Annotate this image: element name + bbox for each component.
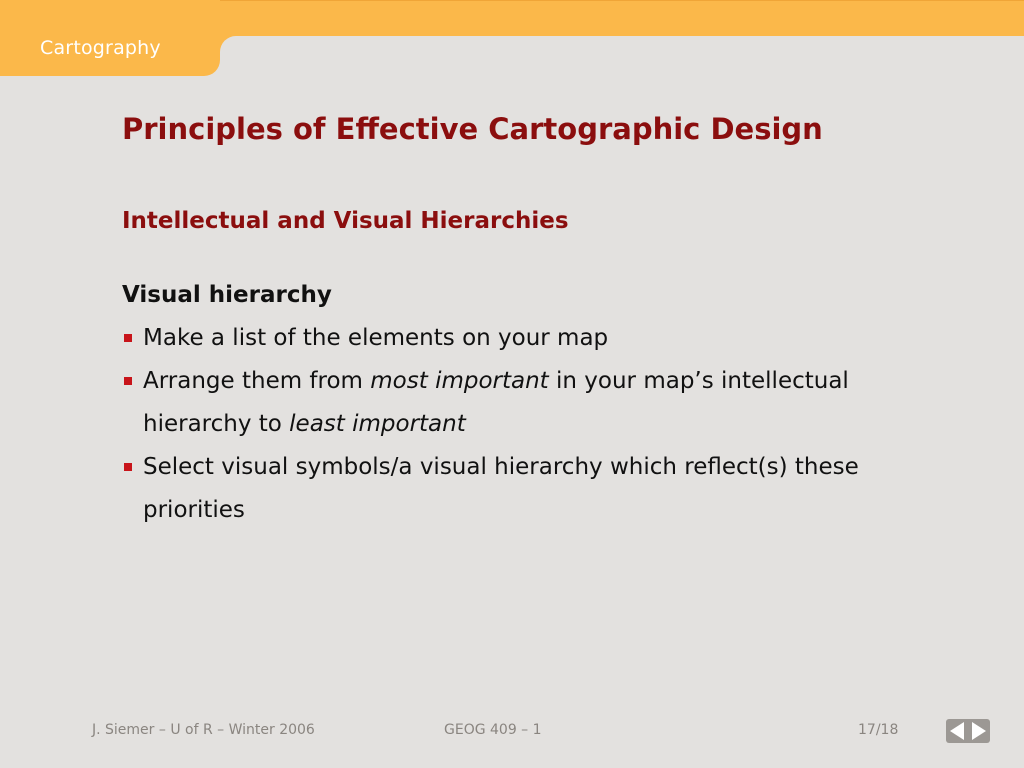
bullet-square-icon: [124, 334, 132, 342]
emphasis-text: most important: [370, 368, 549, 394]
slide-navigation: [946, 719, 990, 743]
bullet-text-part: Arrange them from: [143, 368, 371, 394]
slide-subtitle: Intellectual and Visual Hierarchies: [122, 208, 569, 234]
header-tab-corner: [220, 36, 236, 52]
page-number: 17/18: [858, 722, 899, 738]
bullet-text: Make a list of the elements on your map: [143, 325, 609, 351]
triangle-right-icon[interactable]: [972, 722, 986, 740]
bullet-text: Select visual symbols/a visual hierarchy…: [143, 454, 859, 523]
footer-author: J. Siemer – U of R – Winter 2006: [92, 722, 315, 738]
slide-content: Visual hierarchy Make a list of the elem…: [122, 274, 962, 532]
bullet-square-icon: [124, 463, 132, 471]
section-label: Cartography: [40, 37, 161, 59]
bullet-item: Arrange them from most important in your…: [122, 360, 962, 446]
slide-title: Principles of Effective Cartographic Des…: [122, 112, 823, 146]
bullet-item: Make a list of the elements on your map: [122, 317, 962, 360]
emphasis-text: least important: [289, 411, 466, 437]
triangle-left-icon[interactable]: [950, 722, 964, 740]
bullet-item: Select visual symbols/a visual hierarchy…: [122, 446, 962, 532]
bullet-square-icon: [124, 377, 132, 385]
content-heading: Visual hierarchy: [122, 282, 332, 308]
footer-course: GEOG 409 – 1: [444, 722, 542, 738]
